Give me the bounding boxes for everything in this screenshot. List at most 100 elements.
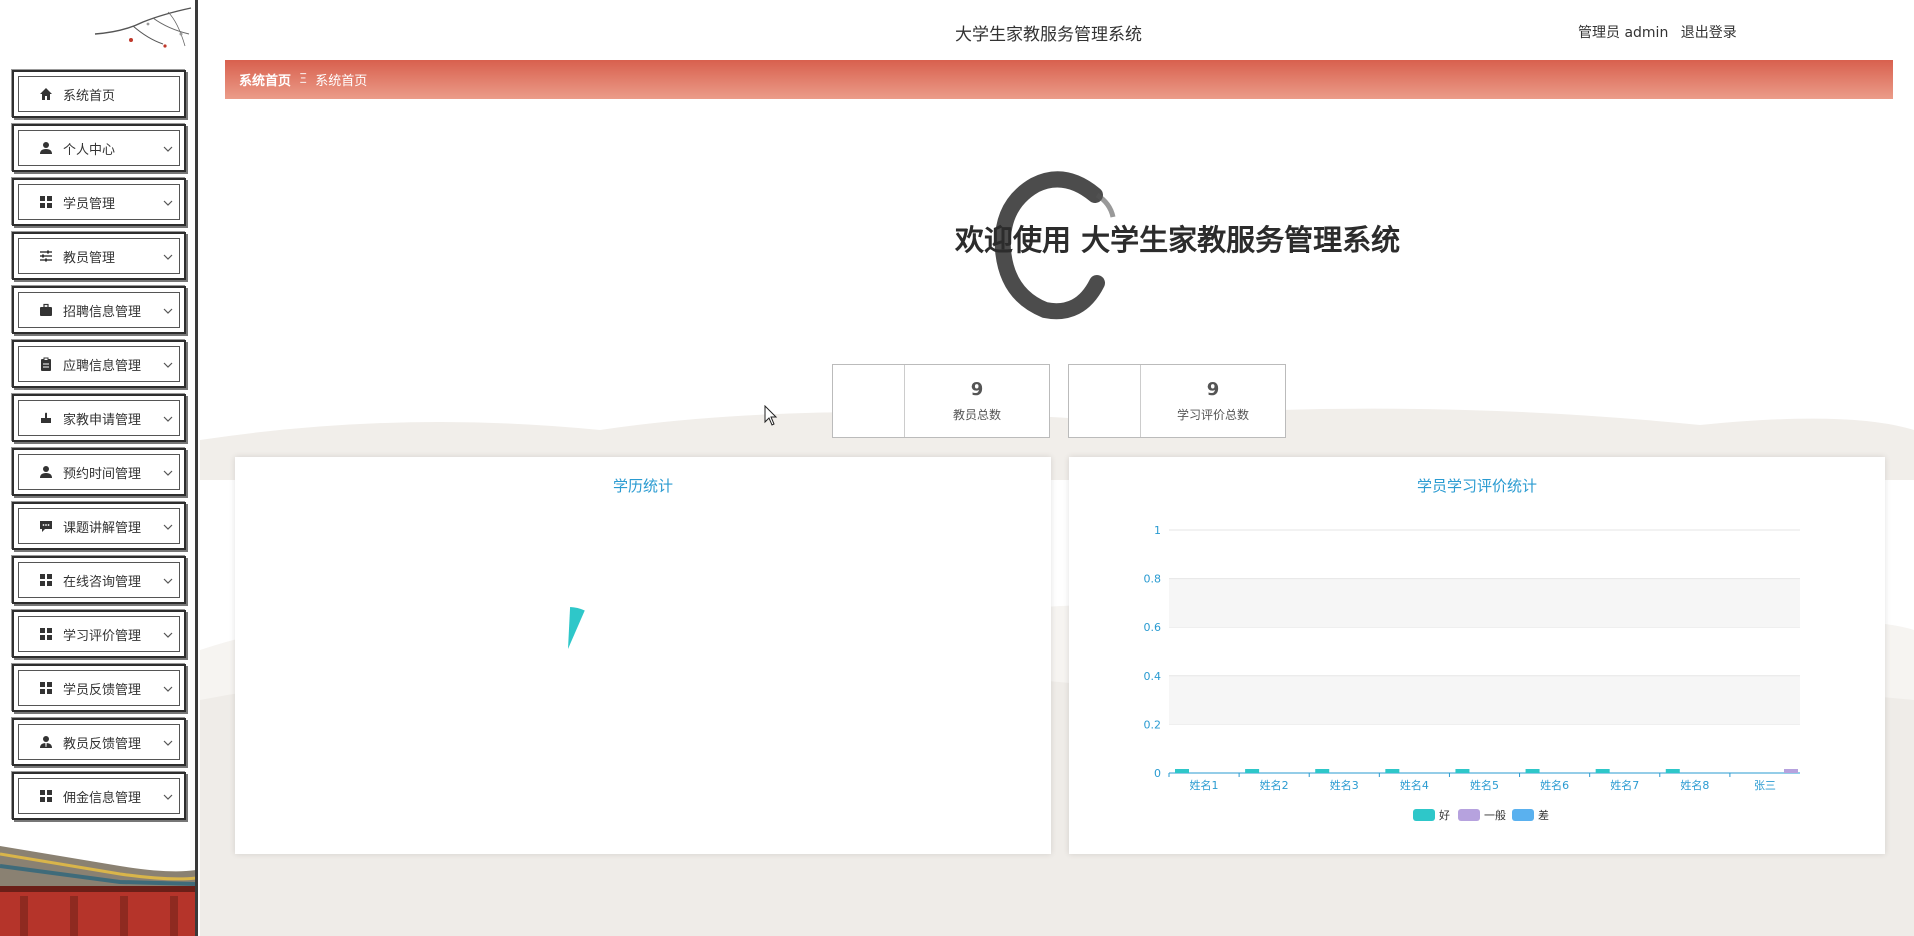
sidebar-item-inner: 个人中心 — [18, 130, 180, 166]
sidebar-item-label: 应聘信息管理 — [63, 358, 142, 374]
grid-icon — [39, 627, 53, 641]
sidebar-item-label: 个人中心 — [63, 142, 116, 158]
x-tick-label: 姓名7 — [1610, 778, 1639, 792]
sidebar-item[interactable]: 招聘信息管理 — [12, 286, 186, 334]
hand-icon — [39, 411, 53, 425]
sidebar-item-inner: 学习评价管理 — [18, 616, 180, 652]
sidebar-item[interactable]: 教员管理 — [12, 232, 186, 280]
legend-swatch[interactable] — [1413, 809, 1435, 821]
user-tie-icon — [39, 735, 53, 749]
breadcrumb-home[interactable]: 系统首页 — [239, 70, 291, 89]
y-tick-label: 0 — [1154, 767, 1161, 780]
bar[interactable] — [1175, 769, 1189, 773]
sidebar-item-label: 系统首页 — [63, 88, 116, 104]
sidebar-item-inner: 招聘信息管理 — [18, 292, 180, 328]
sidebar-item[interactable]: 家教申请管理 — [12, 394, 186, 442]
legend-swatch[interactable] — [1458, 809, 1480, 821]
grid-icon — [39, 573, 53, 587]
sidebar-menu: 系统首页个人中心学员管理教员管理招聘信息管理应聘信息管理家教申请管理预约时间管理… — [12, 70, 186, 826]
sidebar-item-inner: 系统首页 — [18, 76, 180, 112]
logout-link[interactable]: 退出登录 — [1681, 25, 1737, 41]
sidebar-item[interactable]: 系统首页 — [12, 70, 186, 118]
grid-icon — [39, 681, 53, 695]
sidebar-item-label: 在线咨询管理 — [63, 574, 142, 590]
sidebar-item[interactable]: 学习评价管理 — [12, 610, 186, 658]
stat-card-evaluations: 9 学习评价总数 — [1068, 364, 1286, 438]
sidebar-item-inner: 家教申请管理 — [18, 400, 180, 436]
sidebar-item-label: 学员管理 — [63, 196, 116, 212]
sidebar-item[interactable]: 在线咨询管理 — [12, 556, 186, 604]
sidebar-item-inner: 在线咨询管理 — [18, 562, 180, 598]
sliders-icon — [39, 249, 53, 263]
chevron-down-icon — [163, 143, 173, 153]
clipboard-icon — [39, 357, 53, 371]
bar[interactable] — [1385, 769, 1400, 773]
sidebar-item[interactable]: 学员管理 — [12, 178, 186, 226]
bar[interactable] — [1784, 769, 1798, 773]
y-tick-label: 1 — [1154, 524, 1161, 537]
bar[interactable] — [1315, 769, 1330, 773]
chevron-down-icon — [163, 413, 173, 423]
bar[interactable] — [1245, 769, 1260, 773]
chevron-down-icon — [163, 251, 173, 261]
x-tick-label: 姓名6 — [1540, 778, 1569, 792]
y-tick-label: 0.8 — [1144, 573, 1162, 586]
sidebar-item-inner: 佣金信息管理 — [18, 778, 180, 814]
chevron-down-icon — [163, 521, 173, 531]
breadcrumb-current: 系统首页 — [315, 74, 368, 89]
sidebar-item[interactable]: 佣金信息管理 — [12, 772, 186, 820]
chevron-down-icon — [163, 737, 173, 747]
legend-label[interactable]: 一般 — [1484, 809, 1506, 822]
sidebar-item-inner: 课题讲解管理 — [18, 508, 180, 544]
pie-slice[interactable] — [568, 607, 585, 649]
sidebar-item[interactable]: 学员反馈管理 — [12, 664, 186, 712]
bar[interactable] — [1665, 769, 1680, 773]
sidebar-item-label: 教员反馈管理 — [63, 736, 142, 752]
legend-label[interactable]: 好 — [1439, 808, 1450, 822]
chevron-down-icon — [163, 575, 173, 585]
sidebar-item-label: 课题讲解管理 — [63, 520, 142, 536]
chevron-down-icon — [163, 467, 173, 477]
legend-label[interactable]: 差 — [1538, 808, 1549, 822]
sidebar-item-inner: 教员反馈管理 — [18, 724, 180, 760]
sidebar-item[interactable]: 应聘信息管理 — [12, 340, 186, 388]
sidebar-item[interactable]: 教员反馈管理 — [12, 718, 186, 766]
grid-icon — [39, 195, 53, 209]
evaluation-bar-chart: 0 0.2 0.4 0.6 0.8 1 姓名1 姓名2 姓名3 姓名4 姓名5 姓名6 姓名7 姓名8 张三… — [1144, 524, 1800, 822]
chevron-down-icon — [163, 629, 173, 639]
x-tick-label: 姓名5 — [1470, 778, 1499, 792]
sidebar-item[interactable]: 个人中心 — [12, 124, 186, 172]
sidebar-item-inner: 应聘信息管理 — [18, 346, 180, 382]
legend-swatch[interactable] — [1512, 809, 1534, 821]
sidebar-item-label: 学员反馈管理 — [63, 682, 142, 698]
app-title: 大学生家教服务管理系统 — [955, 25, 1142, 45]
stat-card-icon-area — [1069, 365, 1141, 437]
sidebar-item-inner: 教员管理 — [18, 238, 180, 274]
x-tick-label: 姓名4 — [1400, 778, 1429, 792]
sidebar-item[interactable]: 预约时间管理 — [12, 448, 186, 496]
sidebar-item-label: 预约时间管理 — [63, 466, 142, 482]
x-tick-label: 姓名8 — [1680, 778, 1709, 792]
user-icon — [39, 465, 53, 479]
sidebar: 系统首页个人中心学员管理教员管理招聘信息管理应聘信息管理家教申请管理预约时间管理… — [0, 0, 198, 936]
breadcrumb: 系统首页 Ξ 系统首页 — [225, 60, 1893, 99]
briefcase-icon — [39, 303, 53, 317]
y-tick-label: 0.4 — [1144, 670, 1162, 683]
grid-icon — [39, 789, 53, 803]
chevron-down-icon — [163, 683, 173, 693]
bar[interactable] — [1525, 769, 1540, 773]
sidebar-item[interactable]: 课题讲解管理 — [12, 502, 186, 550]
bar[interactable] — [1455, 769, 1470, 773]
welcome-heading: 欢迎使用 大学生家教服务管理系统 — [955, 223, 1401, 257]
sidebar-item-label: 学习评价管理 — [63, 628, 142, 644]
y-tick-label: 0.2 — [1144, 718, 1162, 731]
comment-icon — [39, 519, 53, 533]
user-icon — [39, 141, 53, 155]
y-tick-label: 0.6 — [1144, 621, 1162, 634]
sidebar-item-label: 佣金信息管理 — [63, 790, 142, 806]
breadcrumb-separator: Ξ — [299, 72, 308, 87]
bar[interactable] — [1595, 769, 1610, 773]
evaluation-chart-panel: 学员学习评价统计 0 0.2 0.4 0.6 0.8 1 姓名1 姓名2 姓名3 姓名4 姓名5 姓名… — [1069, 457, 1885, 854]
mouse-cursor-icon — [764, 405, 778, 426]
grid-band — [1169, 578, 1800, 628]
